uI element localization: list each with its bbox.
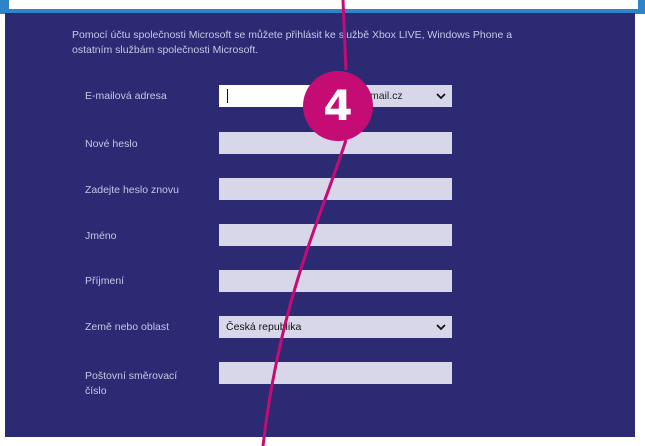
callout-line bbox=[261, 0, 348, 446]
step-number-badge: 4 bbox=[303, 71, 373, 141]
